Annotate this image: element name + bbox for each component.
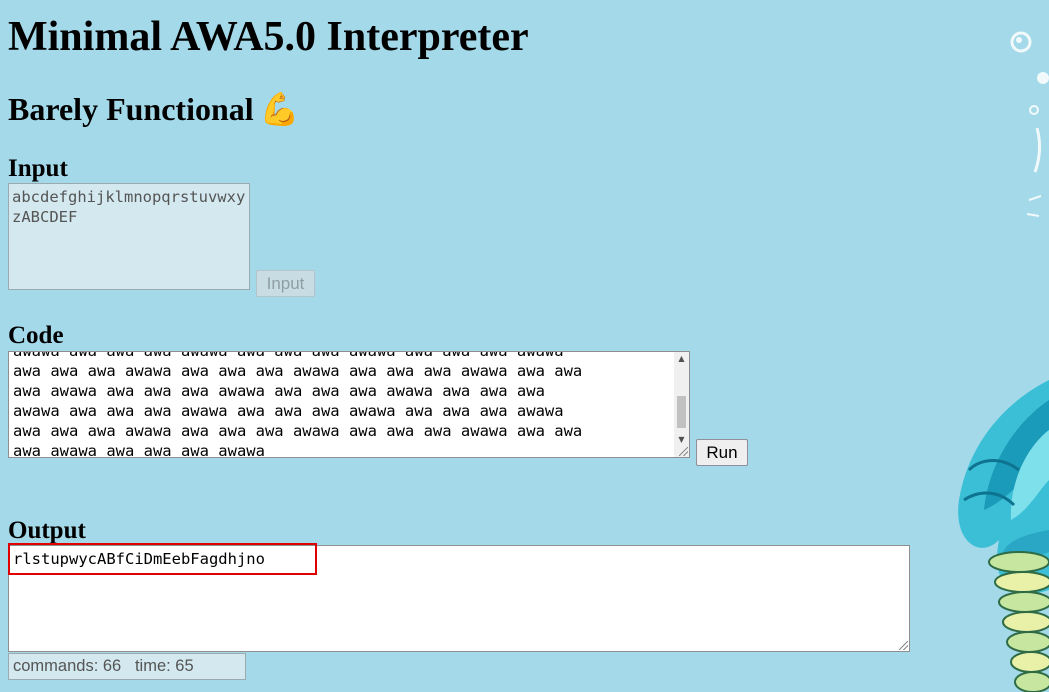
code-textarea[interactable]: awawa awa awa awa awawa awa awa awa awaw… [8,351,690,458]
code-scrollbar[interactable]: ▲ ▼ [674,352,689,457]
subtitle-text: Barely Functional [8,91,254,127]
hair-swirl-artwork [958,380,1049,594]
scroll-thumb[interactable] [677,396,686,428]
page-subtitle: Barely Functional 💪 [8,88,299,130]
resize-grip-icon[interactable] [679,447,688,456]
bubble-icons [1010,31,1049,217]
scroll-down-icon[interactable]: ▼ [674,433,689,447]
page: Minimal AWA5.0 Interpreter Barely Functi… [0,0,1049,692]
decorative-artwork [958,31,1049,692]
code-text: awawa awa awa awa awawa awa awa awa awaw… [13,351,583,458]
input-button[interactable]: Input [256,270,315,297]
run-button[interactable]: Run [696,439,748,466]
resize-grip-icon[interactable] [899,641,908,650]
spring-coil-artwork [988,551,1049,692]
output-textarea[interactable]: rlstupwycABfCiDmEebFagdhjno [8,545,910,652]
page-title: Minimal AWA5.0 Interpreter [8,14,529,60]
flexed-biceps-icon: 💪 [259,90,300,128]
scroll-up-icon[interactable]: ▲ [674,352,689,366]
stats-readout: commands: 66 time: 65 [8,653,246,680]
output-text: rlstupwycABfCiDmEebFagdhjno [13,550,265,568]
input-label: Input [8,155,68,182]
code-label: Code [8,322,64,349]
output-label: Output [8,517,86,544]
input-textarea[interactable]: abcdefghijklmnopqrstuvwxyzABCDEF [8,183,250,290]
